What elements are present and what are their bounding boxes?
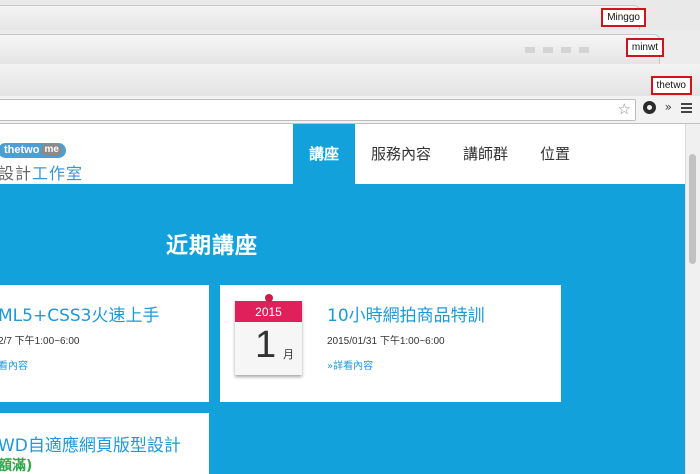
- logo-subtitle: 設計工作室: [0, 160, 83, 184]
- address-bar[interactable]: ☆: [0, 99, 636, 121]
- logo-badge: thetwo me: [0, 142, 66, 158]
- course-title[interactable]: ML5+CSS3火速上手: [0, 301, 159, 326]
- main-nav: 講座 服務內容 講師群 位置: [293, 124, 586, 184]
- toolbar-icons-faded: [525, 38, 615, 53]
- course-title[interactable]: WD自適應網頁版型設計: [0, 431, 181, 456]
- course-card[interactable]: 2015 1 月 10小時網拍商品特訓 2015/01/31 下午1:00~6:…: [220, 285, 561, 402]
- course-status-full: 額滿): [0, 458, 33, 474]
- nav-item-instructors[interactable]: 講師群: [447, 124, 524, 184]
- title-bar: [0, 64, 700, 97]
- profile-label-thetwo[interactable]: thetwo: [650, 76, 692, 95]
- calendar-year: 2015: [235, 301, 302, 322]
- course-more-link[interactable]: 看內容: [0, 357, 28, 372]
- profile-label-minwt[interactable]: minwt: [625, 38, 664, 57]
- course-more-link[interactable]: »詳看內容: [327, 357, 373, 372]
- toolbar: ☆ »: [0, 96, 700, 124]
- section-title: 近期講座: [166, 234, 259, 259]
- site-header: thetwo me 設計工作室 講座 服務內容 講師群 位置: [0, 124, 686, 184]
- calendar-pin-icon: [265, 294, 273, 302]
- course-title[interactable]: 10小時網拍商品特訓: [327, 301, 485, 326]
- web-page: thetwo me 設計工作室 講座 服務內容 講師群 位置 近期講座 ML5+…: [0, 124, 686, 474]
- hamburger-menu-icon[interactable]: [681, 103, 692, 115]
- profile-label-minggo[interactable]: Minggo: [601, 8, 646, 27]
- logo-brand: thetwo: [4, 144, 40, 156]
- site-logo[interactable]: thetwo me 設計工作室: [0, 138, 83, 184]
- course-date: 2/7 下午1:00~6:00: [0, 336, 80, 347]
- nav-item-lectures[interactable]: 講座: [293, 124, 356, 184]
- vertical-scrollbar[interactable]: [685, 124, 700, 474]
- scrollbar-thumb[interactable]: [689, 154, 696, 264]
- overflow-chevron-icon[interactable]: »: [665, 100, 672, 114]
- calendar-month: 月: [283, 348, 294, 361]
- browser-window-thetwo: ☆ » thetwo me 設計工作室 講座 服務內容 講師群 位置 近期講座 …: [0, 64, 700, 474]
- extension-icon[interactable]: [643, 101, 656, 114]
- logo-brand-tag: me: [41, 144, 62, 156]
- nav-item-location[interactable]: 位置: [524, 124, 586, 184]
- logo-subtitle-blue: 工作室: [32, 163, 84, 183]
- course-date: 2015/01/31 下午1:00~6:00: [327, 336, 445, 347]
- star-icon[interactable]: ☆: [618, 101, 631, 118]
- calendar-icon: 2015 1 月: [235, 294, 302, 375]
- course-card[interactable]: WD自適應網頁版型設計 額滿): [0, 413, 209, 474]
- course-card[interactable]: ML5+CSS3火速上手 2/7 下午1:00~6:00 看內容: [0, 285, 209, 402]
- logo-subtitle-gray: 設計: [0, 163, 33, 183]
- nav-item-services[interactable]: 服務內容: [355, 124, 447, 184]
- calendar-day: 1: [255, 324, 277, 366]
